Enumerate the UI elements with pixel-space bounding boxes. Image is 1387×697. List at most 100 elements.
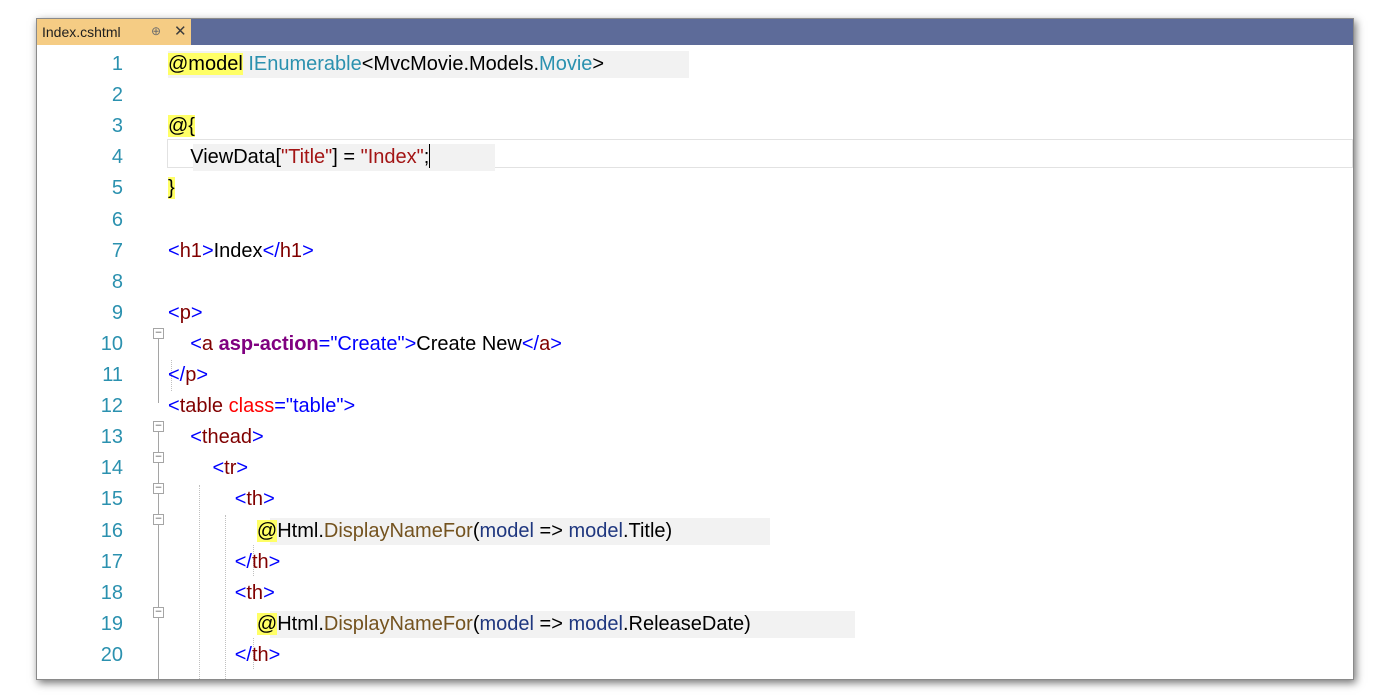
- line-number: 15: [100, 488, 123, 511]
- code-token: >: [196, 364, 209, 386]
- code-token: =: [318, 332, 331, 355]
- code-line[interactable]: 18 <th>: [37, 578, 1353, 609]
- code-line[interactable]: 15 <th>: [37, 484, 1353, 515]
- line-number: 1: [111, 53, 123, 75]
- line-number: 9: [111, 301, 123, 324]
- line-number: 3: [111, 115, 123, 138]
- code-line[interactable]: 7 <h1>Index</h1>: [37, 236, 1353, 267]
- line-number: 19: [100, 612, 123, 635]
- line-number: 17: [100, 550, 123, 573]
- line-number: 13: [100, 426, 123, 449]
- line-number: 5: [111, 177, 123, 200]
- code-text[interactable]: @{: [168, 111, 195, 142]
- code-token: <MvcMovie.Models.: [361, 53, 540, 75]
- line-number: 6: [111, 208, 123, 231]
- code-text[interactable]: ViewData["Title"] = "Index";: [168, 142, 431, 173]
- code-token: @{: [168, 115, 195, 138]
- code-token: (: [472, 612, 480, 635]
- code-text[interactable]: <th>: [168, 578, 275, 609]
- pin-icon[interactable]: ⊕: [151, 24, 161, 38]
- code-line[interactable]: 5}: [37, 173, 1353, 204]
- code-line[interactable]: 1 @model IEnumerable<MvcMovie.Models.Movi…: [37, 49, 1353, 80]
- code-token: >: [263, 488, 275, 511]
- document-tab[interactable]: Index.cshtml ⊕ ✕: [37, 19, 191, 45]
- code-text[interactable]: <tr>: [168, 453, 248, 484]
- code-text[interactable]: </th>: [168, 547, 281, 578]
- code-token: a: [201, 332, 214, 355]
- code-token: .Title): [622, 519, 673, 542]
- code-line[interactable]: 20 </th>: [37, 640, 1353, 671]
- code-token: </: [521, 332, 540, 355]
- code-token: =: [274, 395, 286, 418]
- code-token: "Title": [281, 146, 333, 169]
- code-editor[interactable]: − − − − − − 1 @model IEnumerable<MvcMovie…: [37, 45, 1353, 679]
- code-token: >: [236, 457, 249, 480]
- code-token: model: [568, 519, 623, 542]
- code-token: IEnumerable: [248, 53, 362, 75]
- code-line[interactable]: 9 <p>: [37, 298, 1353, 329]
- code-token: </: [168, 364, 186, 386]
- code-line[interactable]: 3 @{: [37, 111, 1353, 142]
- code-token: Movie: [539, 53, 593, 75]
- code-line[interactable]: 17 </th>: [37, 547, 1353, 578]
- code-line[interactable]: 19 @Html.DisplayNameFor(model => model.R…: [37, 609, 1353, 640]
- code-text[interactable]: @Html.DisplayNameFor(model => model.Titl…: [168, 516, 672, 547]
- code-token: p: [185, 364, 197, 386]
- code-token: @: [256, 519, 278, 542]
- close-icon[interactable]: ✕: [174, 22, 187, 40]
- code-line[interactable]: 4 ViewData["Title"] = "Index";: [37, 142, 1353, 173]
- code-text[interactable]: }: [168, 173, 175, 204]
- code-line[interactable]: 11 </p>: [37, 360, 1353, 391]
- line-number: 7: [111, 239, 123, 262]
- code-token: p: [179, 301, 191, 324]
- code-token: >: [550, 332, 562, 355]
- code-line[interactable]: 13 <thead>: [37, 422, 1353, 453]
- code-line[interactable]: 10 <a asp-action="Create">Create New</a>: [37, 329, 1353, 360]
- code-line[interactable]: 14 <tr>: [37, 453, 1353, 484]
- code-line[interactable]: 16 @Html.DisplayNameFor(model => model.T…: [37, 516, 1353, 547]
- code-token: <: [234, 581, 247, 604]
- code-token: >: [263, 581, 275, 604]
- document-tab-title[interactable]: Index.cshtml: [37, 24, 121, 40]
- code-token: <: [168, 395, 180, 418]
- code-line[interactable]: 2: [37, 80, 1353, 111]
- code-line[interactable]: 8: [37, 267, 1353, 298]
- code-text[interactable]: <th>: [168, 484, 275, 515]
- code-token: >: [404, 332, 417, 355]
- code-text[interactable]: <p>: [168, 298, 203, 329]
- code-text[interactable]: </p>: [168, 360, 208, 391]
- code-token: th: [251, 550, 269, 573]
- code-token: "table": [285, 395, 344, 418]
- code-text[interactable]: @Html.DisplayNameFor(model => model.Rele…: [168, 609, 751, 640]
- editor-window: Index.cshtml ⊕ ✕ − − − − − − 1 @model IEn…: [36, 18, 1354, 680]
- code-token: </: [234, 550, 252, 573]
- code-text[interactable]: @model IEnumerable<MvcMovie.Models.Movie…: [168, 49, 604, 80]
- code-text[interactable]: <table class="table">: [168, 391, 355, 422]
- code-text[interactable]: <a asp-action="Create">Create New</a>: [168, 329, 562, 360]
- code-token: <: [168, 239, 180, 262]
- code-token: =>: [533, 612, 569, 635]
- code-token: >: [201, 239, 214, 262]
- code-text[interactable]: </th>: [168, 640, 281, 671]
- code-token: a: [539, 332, 551, 355]
- code-token: @model: [168, 53, 243, 75]
- code-token: =>: [533, 519, 569, 542]
- code-text[interactable]: <h1>Index</h1>: [168, 236, 314, 267]
- code-token: Index: [213, 239, 263, 262]
- document-tab-bar: Index.cshtml ⊕ ✕: [37, 19, 1353, 45]
- code-token: <: [168, 301, 180, 324]
- line-number: 16: [100, 519, 123, 542]
- code-token: @: [256, 612, 278, 635]
- code-text[interactable]: <thead>: [168, 422, 263, 453]
- code-token: }: [168, 177, 175, 200]
- code-line[interactable]: 6: [37, 205, 1353, 236]
- code-token: Html.: [277, 612, 324, 635]
- code-token: model: [479, 612, 534, 635]
- code-line[interactable]: 12 <table class="table">: [37, 391, 1353, 422]
- code-token: "Index": [360, 146, 424, 169]
